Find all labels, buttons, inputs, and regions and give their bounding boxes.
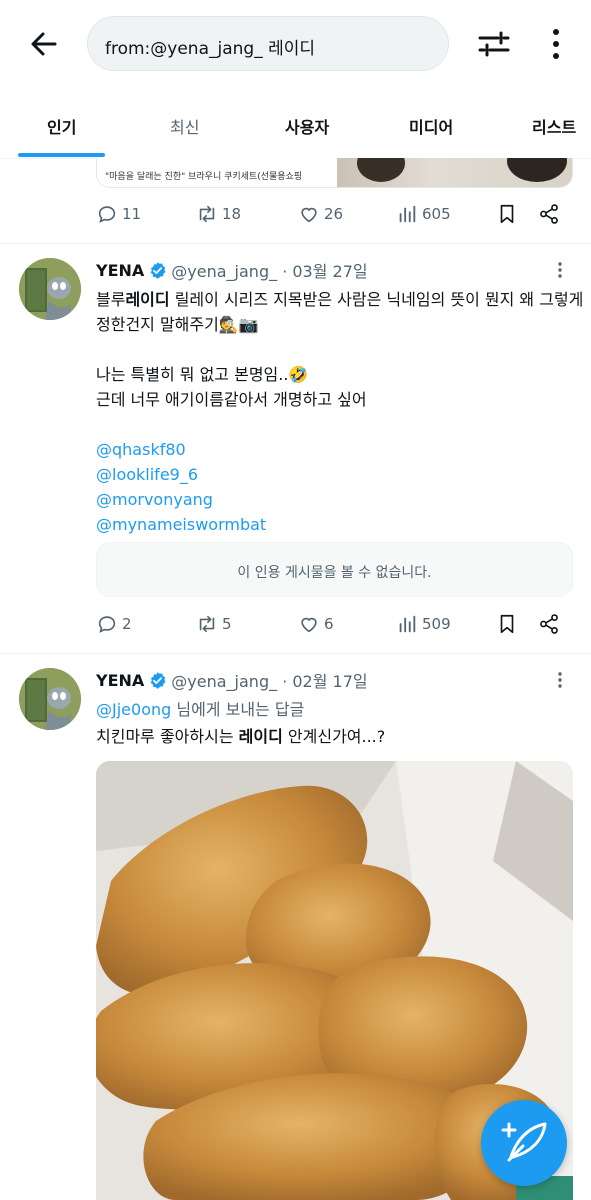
- handle-and-date: @yena_jang_ · 03월 27일: [171, 262, 368, 281]
- unavailable-quote: 이 인용 게시물을 볼 수 없습니다.: [96, 542, 573, 597]
- bookmark-button[interactable]: [496, 613, 518, 635]
- share-button[interactable]: [538, 613, 560, 635]
- search-input[interactable]: from:@yena_jang_ 레이디: [87, 16, 449, 71]
- verified-badge-icon: [150, 671, 166, 689]
- more-vertical-icon[interactable]: [538, 24, 574, 64]
- media-caption: "마음을 달래는 진한" 브라우니 쿠키세트(선물용쇼핑: [105, 172, 303, 182]
- bookmark-icon: [500, 204, 514, 224]
- verified-badge-icon: [150, 261, 166, 279]
- more-vertical-icon[interactable]: [550, 260, 570, 280]
- tweet-text-line: 근데 너무 애기이름같아서 개명하고 싶어: [96, 390, 367, 409]
- tab-media[interactable]: 미디어: [409, 114, 453, 138]
- tab-popular[interactable]: 인기: [47, 114, 76, 138]
- like-button[interactable]: 6: [298, 613, 334, 635]
- mention-link[interactable]: @qhaskf80: [96, 437, 583, 462]
- avatar[interactable]: [19, 668, 81, 730]
- retweet-icon: [199, 205, 215, 223]
- reply-icon: [98, 206, 116, 223]
- text-segment: 릴레이 시리즈 지목받은 사람은 닉네임의 뜻이 뭔지 왜 그렇게: [169, 290, 584, 309]
- compose-feather-plus-icon: [501, 1122, 547, 1162]
- share-icon: [540, 614, 558, 634]
- highlighted-keyword: 레이디: [125, 290, 170, 309]
- retweet-count: 5: [222, 615, 232, 633]
- like-count: 26: [324, 205, 344, 223]
- display-name[interactable]: YENA: [96, 671, 144, 690]
- tweet-text-line: 정한건지 말해주기🕵️📷: [96, 315, 259, 334]
- mention-link[interactable]: @Jje0ong: [96, 700, 171, 719]
- views-button[interactable]: 605: [396, 203, 451, 225]
- tab-users[interactable]: 사용자: [285, 114, 329, 138]
- avatar[interactable]: [19, 258, 81, 320]
- tweet-text-line: 나는 특별히 뭐 없고 본명임..🤣: [96, 365, 309, 384]
- text-segment: 안계신가여...?: [282, 727, 386, 746]
- reply-button[interactable]: 2: [96, 613, 132, 635]
- bookmark-button[interactable]: [496, 203, 518, 225]
- like-button[interactable]: 26: [298, 203, 343, 225]
- reply-context-suffix: 님에게 보내는 답글: [171, 700, 305, 719]
- display-name[interactable]: YENA: [96, 261, 144, 280]
- arrow-left-icon[interactable]: [26, 26, 62, 62]
- heart-icon: [301, 207, 317, 223]
- views-button[interactable]: 509: [396, 613, 451, 635]
- handle-and-date: @yena_jang_ · 02월 17일: [171, 672, 368, 691]
- views-chart-icon: [399, 615, 416, 633]
- tab-latest[interactable]: 최신: [170, 114, 199, 138]
- partial-tweet-actions: 11 18 26 605: [96, 203, 566, 233]
- retweet-button[interactable]: 5: [196, 613, 232, 635]
- mention-link[interactable]: @morvonyang: [96, 487, 583, 512]
- text-segment: 치킨마루 좋아하시는: [96, 727, 239, 746]
- tweet-divider: [0, 653, 591, 654]
- reply-count: 2: [122, 615, 132, 633]
- mention-link[interactable]: @mynameiswormbat: [96, 512, 583, 537]
- tweet-divider: [0, 243, 591, 244]
- like-count: 6: [324, 615, 334, 633]
- retweet-count: 18: [222, 205, 242, 223]
- tab-lists[interactable]: 리스트: [532, 114, 576, 138]
- view-count: 509: [422, 615, 451, 633]
- text-segment: 블루: [96, 290, 126, 309]
- compose-button[interactable]: [481, 1100, 567, 1186]
- reply-context: @Jje0ong 님에게 보내는 답글: [96, 697, 385, 722]
- views-chart-icon: [399, 205, 416, 223]
- search-tabs: 인기 최신 사용자 미디어 리스트: [0, 90, 591, 159]
- view-count: 605: [422, 205, 451, 223]
- top-bar: from:@yena_jang_ 레이디: [0, 0, 591, 90]
- mention-link[interactable]: @looklife9_6: [96, 462, 583, 487]
- search-input-value: from:@yena_jang_ 레이디: [105, 39, 316, 59]
- reply-icon: [98, 616, 116, 633]
- share-button[interactable]: [538, 203, 560, 225]
- sliders-icon[interactable]: [474, 24, 514, 64]
- tweet-text-line: 치킨마루 좋아하시는 레이디 안계신가여...?: [96, 724, 385, 749]
- cookie-photo: [337, 158, 572, 187]
- tweet-header: YENA @yena_jang_ · 02월 17일: [96, 668, 368, 692]
- media-caption-panel: "마음을 달래는 진한" 브라우니 쿠키세트(선물용쇼핑: [97, 158, 337, 187]
- heart-icon: [301, 617, 317, 633]
- share-icon: [540, 204, 558, 224]
- retweet-icon: [199, 615, 215, 633]
- tweet-text-line: 블루레이디 릴레이 시리즈 지목받은 사람은 닉네임의 뜻이 뭔지 왜 그렇게: [96, 287, 583, 312]
- tweet-actions: 2 5 6 509: [96, 613, 566, 643]
- partial-tweet-media[interactable]: "마음을 달래는 진한" 브라우니 쿠키세트(선물용쇼핑: [96, 158, 573, 188]
- retweet-button[interactable]: 18: [196, 203, 241, 225]
- unavailable-quote-text: 이 인용 게시물을 볼 수 없습니다.: [237, 565, 432, 581]
- tweet-header: YENA @yena_jang_ · 03월 27일: [96, 258, 368, 282]
- tweet-text: 블루레이디 릴레이 시리즈 지목받은 사람은 닉네임의 뜻이 뭔지 왜 그렇게 …: [96, 287, 583, 537]
- bookmark-icon: [500, 614, 514, 634]
- active-tab-indicator: [18, 153, 105, 157]
- reply-button[interactable]: 11: [96, 203, 141, 225]
- more-vertical-icon[interactable]: [550, 670, 570, 690]
- tweet-text: @Jje0ong 님에게 보내는 답글 치킨마루 좋아하시는 레이디 안계신가여…: [96, 697, 385, 749]
- reply-count: 11: [122, 205, 142, 223]
- highlighted-keyword: 레이디: [238, 727, 283, 746]
